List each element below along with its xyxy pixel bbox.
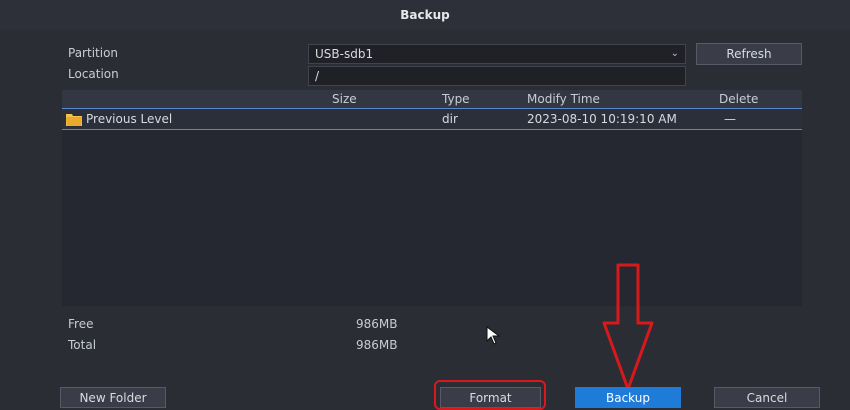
header-size: Size <box>332 92 357 106</box>
top-bar: Backup <box>0 0 850 30</box>
row-type: dir <box>442 112 458 126</box>
header-delete: Delete <box>719 92 759 106</box>
window-title: Backup <box>0 0 850 30</box>
row-modify-time: 2023-08-10 10:19:10 AM <box>527 112 677 126</box>
backup-button[interactable]: Backup <box>575 387 681 408</box>
table-row[interactable]: Previous Level dir 2023-08-10 10:19:10 A… <box>62 108 802 130</box>
table-header: Size Type Modify Time Delete <box>62 90 802 108</box>
free-label: Free <box>68 317 94 331</box>
header-modify-time: Modify Time <box>527 92 600 106</box>
chevron-down-icon: ⌄ <box>670 48 679 59</box>
partition-value: USB-sdb1 <box>315 47 374 61</box>
cancel-button[interactable]: Cancel <box>714 387 820 408</box>
file-table: Size Type Modify Time Delete Previous Le… <box>62 90 802 306</box>
format-button[interactable]: Format <box>440 387 541 408</box>
folder-icon <box>66 114 82 126</box>
row-name: Previous Level <box>86 112 173 126</box>
mouse-pointer-icon <box>486 326 501 345</box>
partition-select[interactable]: USB-sdb1 ⌄ <box>308 44 686 64</box>
location-field[interactable]: / <box>308 66 686 86</box>
backup-dialog: Partition USB-sdb1 ⌄ Refresh Location / … <box>0 30 850 410</box>
new-folder-button[interactable]: New Folder <box>60 387 166 408</box>
header-type: Type <box>442 92 470 106</box>
row-delete[interactable]: — <box>724 109 736 129</box>
down-arrow-annotation-icon <box>602 263 654 391</box>
partition-label: Partition <box>68 46 119 60</box>
total-label: Total <box>68 338 97 352</box>
total-value: 986MB <box>356 338 398 352</box>
refresh-button[interactable]: Refresh <box>696 43 802 65</box>
free-value: 986MB <box>356 317 398 331</box>
location-label: Location <box>68 67 119 81</box>
